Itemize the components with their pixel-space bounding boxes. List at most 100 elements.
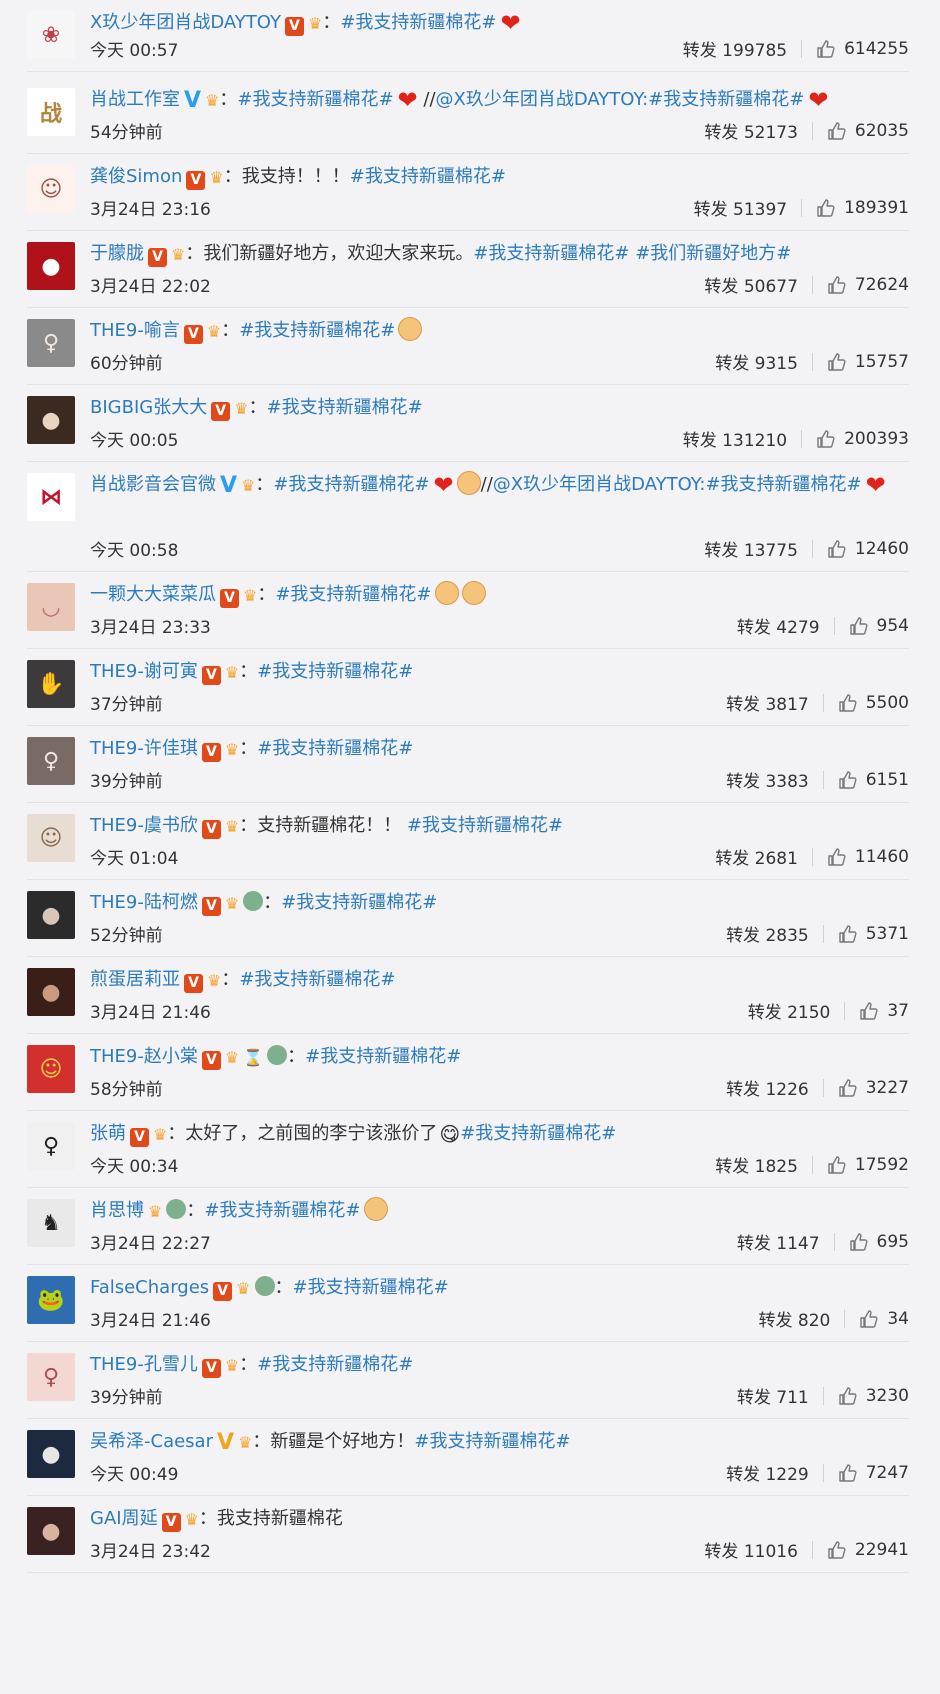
user-name-link[interactable]: THE9-虞书欣 xyxy=(90,815,198,836)
avatar[interactable]: ● xyxy=(27,891,75,939)
topic-link[interactable]: #我支持新疆棉花# #我们新疆好地方# xyxy=(473,243,791,264)
topic-link[interactable]: #我支持新疆棉花# xyxy=(407,815,563,836)
like-count[interactable]: 3230 xyxy=(866,1386,909,1406)
like-count[interactable]: 189391 xyxy=(844,198,909,218)
like-thumb-icon[interactable] xyxy=(827,1540,847,1560)
like-count[interactable]: 17592 xyxy=(855,1155,909,1175)
topic-link[interactable]: #我支持新疆棉花# xyxy=(340,12,496,33)
like-count[interactable]: 614255 xyxy=(844,39,909,59)
topic-link[interactable]: #我支持新疆棉花# xyxy=(257,1354,413,1375)
like-thumb-icon[interactable] xyxy=(849,1232,869,1252)
avatar[interactable]: ♀ xyxy=(27,1353,75,1401)
repost-count-button[interactable]: 转发 131210 xyxy=(683,426,787,451)
avatar[interactable]: 战 xyxy=(27,88,75,136)
user-name-link[interactable]: X玖少年团肖战DAYTOY xyxy=(90,12,281,33)
repost-count-button[interactable]: 转发 1825 xyxy=(715,1152,798,1177)
avatar[interactable]: ● xyxy=(27,242,75,290)
post-time[interactable]: 3月24日 23:33 xyxy=(90,613,211,638)
repost-count-button[interactable]: 转发 2681 xyxy=(715,844,798,869)
topic-link[interactable]: #我支持新疆棉花# xyxy=(305,1046,461,1067)
post-time[interactable]: 60分钟前 xyxy=(90,349,163,374)
avatar[interactable]: ☺ xyxy=(27,814,75,862)
user-name-link[interactable]: GAI周延 xyxy=(90,1508,158,1529)
avatar[interactable]: ◡ xyxy=(27,583,75,631)
topic-link[interactable]: #我支持新疆棉花# xyxy=(257,738,413,759)
post-time[interactable]: 3月24日 21:46 xyxy=(90,998,211,1023)
avatar[interactable]: ☺ xyxy=(27,1045,75,1093)
repost-count-button[interactable]: 转发 52173 xyxy=(704,118,797,143)
mention-link[interactable]: @X玖少年团肖战DAYTOY xyxy=(436,89,643,110)
avatar[interactable]: ● xyxy=(27,1507,75,1555)
like-thumb-icon[interactable] xyxy=(827,121,847,141)
like-count[interactable]: 12460 xyxy=(855,539,909,559)
mention-link[interactable]: @X玖少年团肖战DAYTOY xyxy=(493,474,700,495)
user-name-link[interactable]: 龚俊Simon xyxy=(90,166,182,187)
like-thumb-icon[interactable] xyxy=(827,539,847,559)
post-time[interactable]: 今天 00:58 xyxy=(90,536,178,561)
like-thumb-icon[interactable] xyxy=(827,352,847,372)
topic-link[interactable]: #我支持新疆棉花# xyxy=(257,661,413,682)
like-count[interactable]: 6151 xyxy=(866,770,909,790)
repost-count-button[interactable]: 转发 3817 xyxy=(726,690,809,715)
like-thumb-icon[interactable] xyxy=(838,1463,858,1483)
repost-count-button[interactable]: 转发 711 xyxy=(737,1383,809,1408)
avatar[interactable]: ✋ xyxy=(27,660,75,708)
like-thumb-icon[interactable] xyxy=(827,1155,847,1175)
post-time[interactable]: 今天 00:57 xyxy=(90,36,178,61)
user-name-link[interactable]: THE9-许佳琪 xyxy=(90,738,198,759)
post-time[interactable]: 54分钟前 xyxy=(90,118,163,143)
like-thumb-icon[interactable] xyxy=(838,693,858,713)
like-count[interactable]: 34 xyxy=(887,1309,909,1329)
avatar[interactable]: ❀ xyxy=(27,11,75,59)
like-thumb-icon[interactable] xyxy=(838,924,858,944)
user-name-link[interactable]: 肖战影音会官微 xyxy=(90,474,216,495)
repost-count-button[interactable]: 转发 1226 xyxy=(726,1075,809,1100)
avatar[interactable]: ♀ xyxy=(27,737,75,785)
post-time[interactable]: 3月24日 23:16 xyxy=(90,195,211,220)
like-count[interactable]: 3227 xyxy=(866,1078,909,1098)
repost-count-button[interactable]: 转发 1147 xyxy=(737,1229,820,1254)
like-count[interactable]: 5500 xyxy=(866,693,909,713)
like-thumb-icon[interactable] xyxy=(859,1001,879,1021)
topic-link[interactable]: #我支持新疆棉花# xyxy=(414,1431,570,1452)
avatar[interactable]: ● xyxy=(27,1430,75,1478)
like-count[interactable]: 5371 xyxy=(866,924,909,944)
user-name-link[interactable]: 于朦胧 xyxy=(90,243,144,264)
post-time[interactable]: 3月24日 21:46 xyxy=(90,1306,211,1331)
user-name-link[interactable]: THE9-赵小棠 xyxy=(90,1046,198,1067)
post-time[interactable]: 39分钟前 xyxy=(90,767,163,792)
post-time[interactable]: 3月24日 22:02 xyxy=(90,272,211,297)
user-name-link[interactable]: 吴希泽-Caesar xyxy=(90,1431,213,1452)
like-thumb-icon[interactable] xyxy=(849,616,869,636)
user-name-link[interactable]: BIGBIG张大大 xyxy=(90,397,207,418)
topic-link[interactable]: #我支持新疆棉花# xyxy=(293,1277,449,1298)
user-name-link[interactable]: THE9-陆柯燃 xyxy=(90,892,198,913)
avatar[interactable]: ♀ xyxy=(27,1122,75,1170)
like-thumb-icon[interactable] xyxy=(816,39,836,59)
topic-link[interactable]: #我支持新疆棉花# xyxy=(237,89,393,110)
user-name-link[interactable]: 肖战工作室 xyxy=(90,89,180,110)
topic-link[interactable]: #我支持新疆棉花# xyxy=(267,397,423,418)
post-time[interactable]: 今天 00:49 xyxy=(90,1460,178,1485)
like-thumb-icon[interactable] xyxy=(816,198,836,218)
user-name-link[interactable]: 煎蛋居莉亚 xyxy=(90,969,180,990)
repost-count-button[interactable]: 转发 51397 xyxy=(694,195,787,220)
topic-link[interactable]: #我支持新疆棉花# xyxy=(275,584,431,605)
post-time[interactable]: 今天 00:05 xyxy=(90,426,178,451)
like-thumb-icon[interactable] xyxy=(838,1386,858,1406)
repost-count-button[interactable]: 转发 2150 xyxy=(748,998,831,1023)
like-count[interactable]: 15757 xyxy=(855,352,909,372)
repost-count-button[interactable]: 转发 3383 xyxy=(726,767,809,792)
like-count[interactable]: 695 xyxy=(877,1232,909,1252)
repost-count-button[interactable]: 转发 1229 xyxy=(726,1460,809,1485)
user-name-link[interactable]: THE9-喻言 xyxy=(90,320,180,341)
user-name-link[interactable]: THE9-谢可寅 xyxy=(90,661,198,682)
user-name-link[interactable]: FalseCharges xyxy=(90,1277,209,1298)
like-count[interactable]: 954 xyxy=(877,616,909,636)
post-time[interactable]: 37分钟前 xyxy=(90,690,163,715)
post-time[interactable]: 39分钟前 xyxy=(90,1383,163,1408)
repost-count-button[interactable]: 转发 50677 xyxy=(704,272,797,297)
avatar[interactable]: ♀ xyxy=(27,319,75,367)
user-name-link[interactable]: 一颗大大菜菜瓜 xyxy=(90,584,216,605)
repost-count-button[interactable]: 转发 9315 xyxy=(715,349,798,374)
